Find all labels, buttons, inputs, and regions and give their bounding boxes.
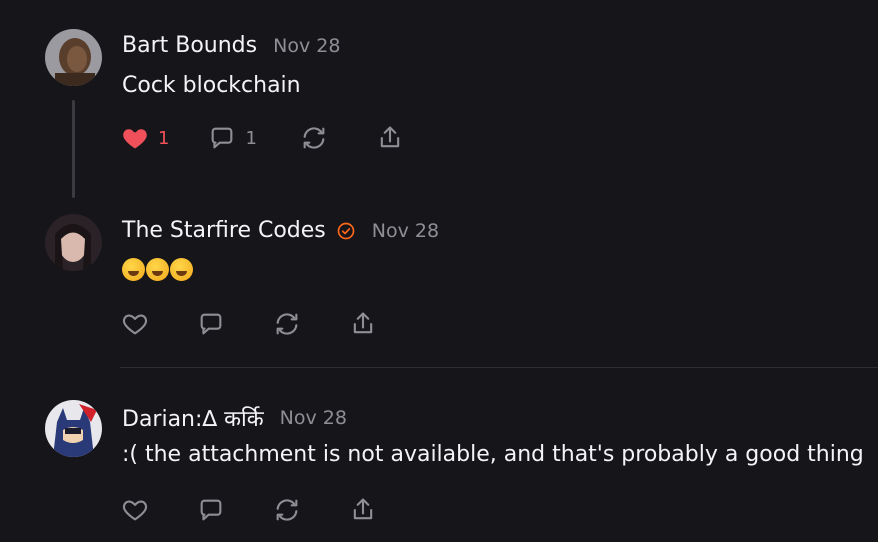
comment-icon: [212, 127, 233, 149]
share-button[interactable]: [348, 496, 378, 524]
comment-text: [122, 258, 193, 287]
thread-line: [72, 100, 75, 198]
comment-actions: [120, 496, 378, 524]
comment-text: :( the attachment is not available, and …: [122, 442, 864, 467]
comment-date[interactable]: Nov 28: [372, 220, 439, 242]
author-name[interactable]: The Starfire Codes: [122, 218, 326, 243]
comment-darian: Darian:∆ कर्कि Nov 28 :( the attachment …: [0, 368, 878, 542]
heart-icon: [122, 314, 148, 335]
reply-button[interactable]: [196, 310, 226, 338]
rofl-emoji-icon: [146, 258, 169, 281]
heart-icon: [122, 500, 148, 521]
comment-date[interactable]: Nov 28: [273, 35, 340, 57]
verified-badge-icon: [337, 222, 355, 239]
author-name[interactable]: Bart Bounds: [122, 33, 257, 58]
comment-text: Cock blockchain: [122, 73, 301, 98]
share-button[interactable]: [375, 124, 405, 152]
share-icon: [353, 312, 373, 334]
avatar[interactable]: [45, 29, 102, 86]
comment-actions: 1 1: [120, 124, 405, 152]
like-button[interactable]: 1: [120, 124, 169, 152]
share-icon: [380, 126, 400, 148]
reply-button[interactable]: [196, 496, 226, 524]
restack-button[interactable]: [272, 496, 302, 524]
repost-icon: [276, 499, 298, 521]
comment-starfire-codes: The Starfire Codes Nov 28: [0, 200, 878, 368]
like-button[interactable]: [120, 310, 150, 338]
rofl-emoji-icon: [170, 258, 193, 281]
rofl-emoji-icon: [122, 258, 145, 281]
comment-header: Darian:∆ कर्कि Nov 28: [122, 403, 347, 433]
comment-icon: [200, 313, 222, 335]
avatar[interactable]: [45, 400, 102, 457]
comment-header: The Starfire Codes Nov 28: [122, 218, 439, 243]
reply-count: 1: [245, 127, 257, 149]
reply-button[interactable]: 1: [207, 124, 257, 152]
comment-bart-bounds: Bart Bounds Nov 28 Cock blockchain 1 1: [0, 0, 878, 200]
like-count: 1: [158, 127, 170, 149]
heart-filled-icon: [123, 129, 147, 149]
comment-header: Bart Bounds Nov 28: [122, 33, 340, 58]
avatar[interactable]: [45, 214, 102, 271]
author-name[interactable]: Darian:∆ कर्कि: [122, 403, 264, 433]
restack-button[interactable]: [272, 310, 302, 338]
share-icon: [353, 498, 373, 520]
comment-date[interactable]: Nov 28: [280, 407, 347, 429]
comment-actions: [120, 310, 378, 338]
like-button[interactable]: [120, 496, 150, 524]
repost-icon: [303, 127, 325, 149]
comment-icon: [200, 499, 222, 521]
share-button[interactable]: [348, 310, 378, 338]
repost-icon: [276, 313, 298, 335]
restack-button[interactable]: [299, 124, 329, 152]
